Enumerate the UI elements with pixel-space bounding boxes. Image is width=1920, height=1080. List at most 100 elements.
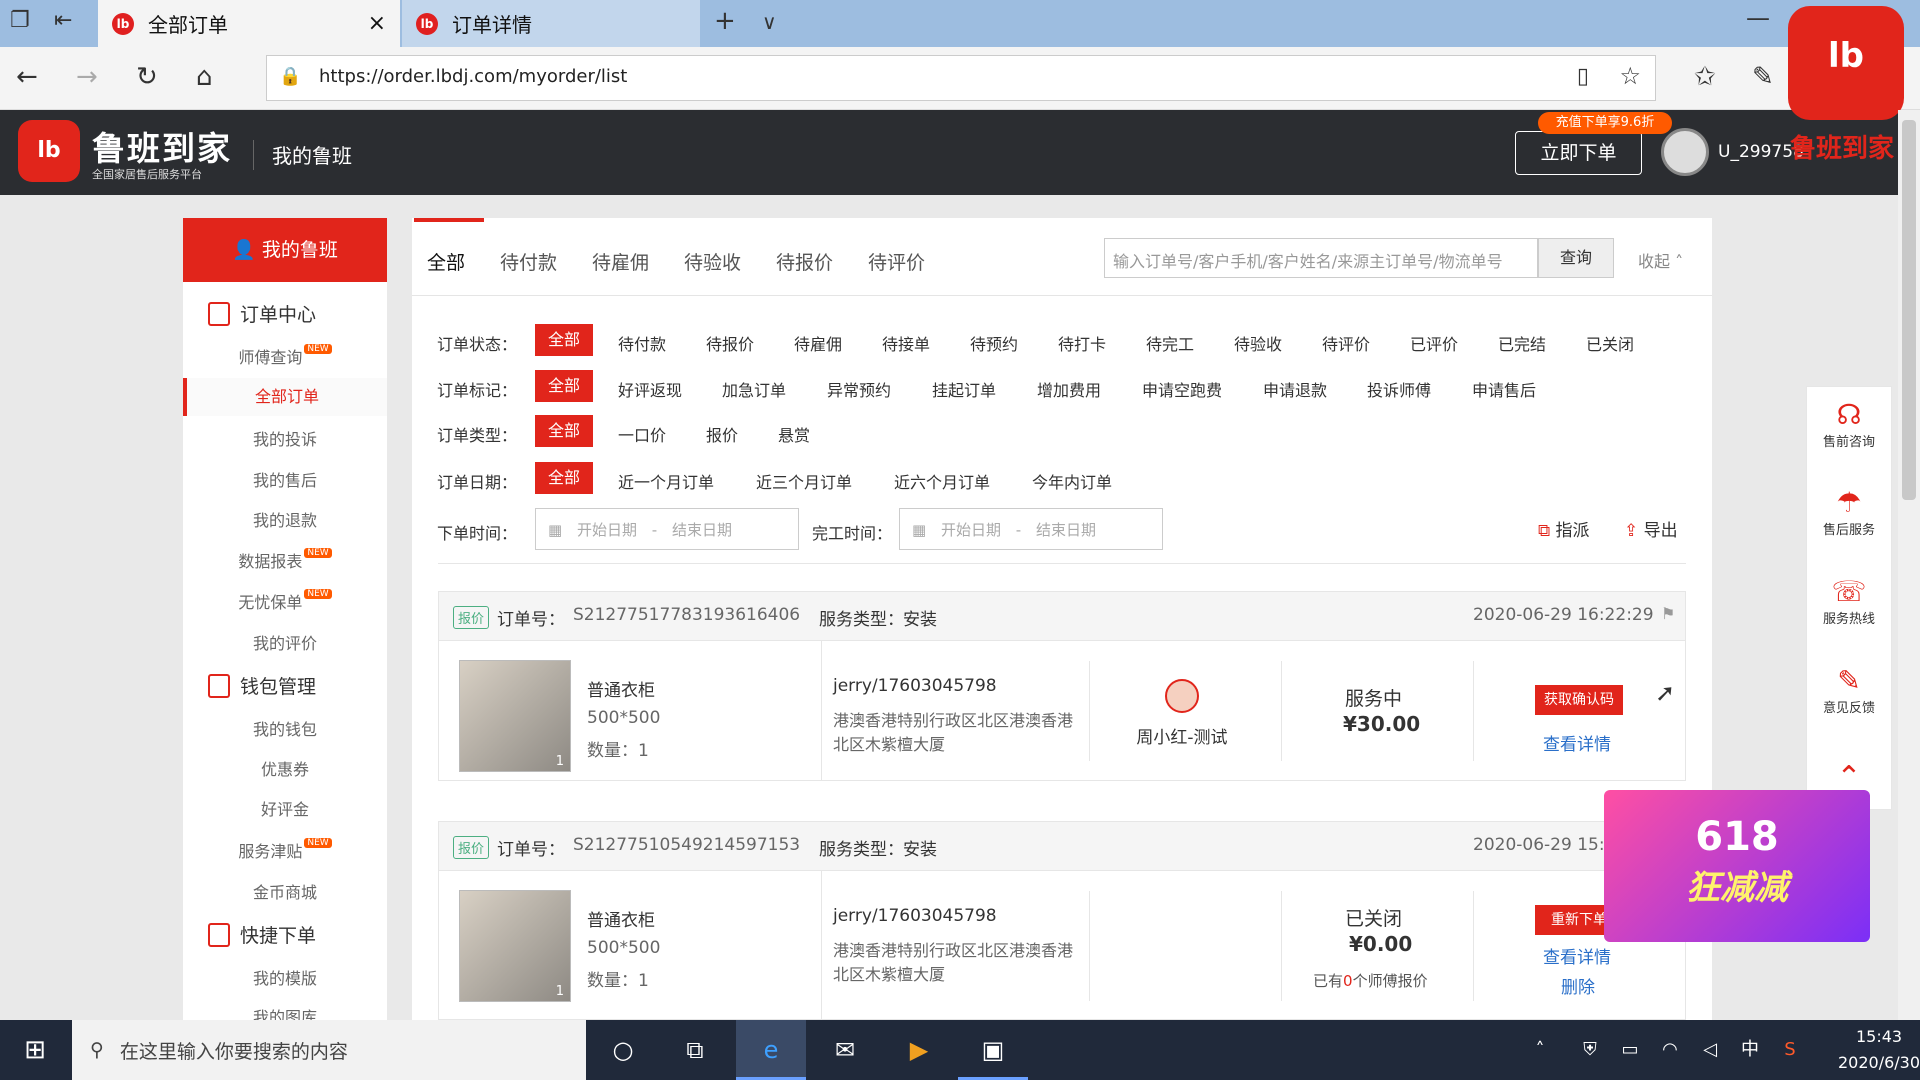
filter-date-option[interactable]: 近一个月订单 — [618, 469, 714, 493]
filter-mark-option[interactable]: 增加费用 — [1037, 377, 1101, 401]
filter-date-option[interactable]: 近六个月订单 — [894, 469, 990, 493]
hotline-button[interactable]: ☏ 服务热线 — [1806, 575, 1892, 627]
filter-type-option[interactable]: 悬赏 — [778, 422, 810, 446]
url-field[interactable]: 🔒 https://order.lbdj.com/myorder/list ▯ … — [266, 55, 1656, 101]
sidebar-item-reviews[interactable]: 我的评价 — [183, 630, 387, 654]
cortana-icon[interactable]: ○ — [588, 1020, 658, 1080]
favorite-star-icon[interactable]: ☆ — [1619, 62, 1641, 90]
tab-list-icon[interactable]: ❐ — [10, 8, 30, 33]
taskbar-search-input[interactable]: ⚲ 在这里输入你要搜索的内容 — [72, 1020, 586, 1080]
filter-status-option[interactable]: 待报价 — [706, 331, 754, 355]
sidebar-item-coin-mall[interactable]: 金币商城 — [183, 879, 387, 903]
sidebar-item-refunds[interactable]: 我的退款 — [183, 507, 387, 531]
filter-type-option[interactable]: 全部 — [535, 415, 593, 447]
filter-date-option[interactable]: 全部 — [535, 462, 593, 494]
filter-date-option[interactable]: 今年内订单 — [1032, 469, 1112, 493]
order-search-input[interactable]: 输入订单号/客户手机/客户姓名/来源主订单号/物流单号 — [1104, 238, 1538, 278]
promo-banner[interactable]: 618 狂减减 — [1604, 790, 1870, 942]
tab-all-orders[interactable]: lb 全部订单 × — [98, 0, 400, 47]
tab-pending-quote[interactable]: 待报价 — [776, 248, 833, 275]
filter-mark-option[interactable]: 好评返现 — [618, 377, 682, 401]
filter-status-option[interactable]: 待接单 — [882, 331, 930, 355]
filter-mark-option[interactable]: 异常预约 — [827, 377, 891, 401]
filter-status-option[interactable]: 待验收 — [1234, 331, 1282, 355]
filter-status-option[interactable]: 待付款 — [618, 331, 666, 355]
mail-icon[interactable]: ✉ — [810, 1020, 880, 1080]
sidebar-item-my-wallet[interactable]: 我的钱包 — [183, 716, 387, 740]
windows-start-icon[interactable]: ⊞ — [0, 1020, 70, 1080]
task-view-icon[interactable]: ⧉ — [660, 1020, 730, 1080]
export-button[interactable]: ⇪ 导出 — [1624, 516, 1678, 541]
filter-status-option[interactable]: 待完工 — [1146, 331, 1194, 355]
product-thumbnail[interactable]: 1 — [459, 660, 571, 772]
avatar[interactable] — [1661, 128, 1709, 176]
wifi-icon[interactable]: ◠ — [1650, 1020, 1690, 1080]
filter-type-option[interactable]: 一口价 — [618, 422, 666, 446]
sidebar-item-review-bonus[interactable]: 好评金 — [183, 796, 387, 820]
home-icon[interactable]: ⌂ — [196, 62, 213, 92]
presale-consult-button[interactable]: ☊ 售前咨询 — [1806, 398, 1892, 450]
edge-browser-icon[interactable]: e — [736, 1020, 806, 1080]
filter-mark-option[interactable]: 挂起订单 — [932, 377, 996, 401]
sidebar-item-templates[interactable]: 我的模版 — [183, 965, 387, 989]
back-icon[interactable]: ← — [16, 62, 38, 92]
sidebar-item-insurance[interactable]: 无忧保单 NEW — [183, 589, 387, 613]
chevron-up-icon[interactable]: ˄ — [1520, 1020, 1560, 1080]
sidebar-home-button[interactable]: 👤 我的鲁班 — [183, 218, 387, 282]
sidebar-item-all-orders[interactable]: 全部订单 — [183, 378, 387, 416]
filter-mark-option[interactable]: 加急订单 — [722, 377, 786, 401]
tab-order-detail[interactable]: lb 订单详情 — [402, 0, 700, 47]
order-time-range-input[interactable]: ▦ 开始日期 - 结束日期 — [535, 508, 799, 550]
ime-indicator[interactable]: 中 — [1730, 1020, 1770, 1080]
sidebar-item-complaints[interactable]: 我的投诉 — [183, 426, 387, 450]
delete-link[interactable]: 删除 — [1561, 973, 1595, 998]
order-now-button[interactable]: 立即下单 — [1515, 131, 1642, 175]
flag-icon[interactable]: ⚑ — [1661, 604, 1675, 623]
tab-menu-icon[interactable]: ∨ — [762, 10, 777, 34]
collapse-button[interactable]: 收起 ˄ — [1638, 248, 1683, 272]
battery-icon[interactable]: ▭ — [1610, 1020, 1650, 1080]
filter-mark-option[interactable]: 申请退款 — [1263, 377, 1327, 401]
minimize-icon[interactable]: — — [1746, 4, 1770, 32]
filter-status-option[interactable]: 全部 — [535, 324, 593, 356]
brand-logo-icon[interactable]: lb — [18, 120, 80, 182]
get-confirm-code-button[interactable]: 获取确认码 — [1535, 685, 1623, 715]
camera-app-icon[interactable]: ▣ — [958, 1020, 1028, 1080]
forward-icon[interactable]: → — [76, 62, 98, 92]
sidebar-item-worker-search[interactable]: 师傅查询 NEW — [183, 344, 387, 368]
volume-icon[interactable]: ◁ — [1690, 1020, 1730, 1080]
view-detail-link[interactable]: 查看详情 — [1543, 943, 1611, 968]
filter-date-option[interactable]: 近三个月订单 — [756, 469, 852, 493]
filter-status-option[interactable]: 已评价 — [1410, 331, 1458, 355]
finish-time-range-input[interactable]: ▦ 开始日期 - 结束日期 — [899, 508, 1163, 550]
sogou-ime-icon[interactable]: S — [1770, 1020, 1810, 1080]
product-thumbnail[interactable]: 1 — [459, 890, 571, 1002]
system-clock[interactable]: 15:43 2020/6/30 — [1838, 1024, 1920, 1076]
filter-status-option[interactable]: 已完结 — [1498, 331, 1546, 355]
refresh-icon[interactable]: ↻ — [136, 62, 158, 92]
tab-pending-hire[interactable]: 待雇佣 — [592, 248, 649, 275]
tab-pending-payment[interactable]: 待付款 — [500, 248, 557, 275]
filter-status-option[interactable]: 已关闭 — [1586, 331, 1634, 355]
filter-mark-option[interactable]: 申请空跑费 — [1142, 377, 1222, 401]
query-button[interactable]: 查询 — [1538, 238, 1614, 278]
pen-icon[interactable]: ✎ — [1752, 62, 1774, 92]
reading-view-icon[interactable]: ▯ — [1577, 64, 1589, 89]
filter-status-option[interactable]: 待打卡 — [1058, 331, 1106, 355]
new-tab-icon[interactable]: + — [714, 6, 736, 36]
filter-mark-option[interactable]: 投诉师傅 — [1367, 377, 1431, 401]
page-scrollbar-thumb[interactable] — [1902, 120, 1916, 500]
tab-aside-icon[interactable]: ⇤ — [54, 8, 72, 33]
view-detail-link[interactable]: 查看详情 — [1543, 730, 1611, 755]
sidebar-item-coupons[interactable]: 优惠券 — [183, 756, 387, 780]
tab-pending-review[interactable]: 待评价 — [868, 248, 925, 275]
tab-all[interactable]: 全部 — [427, 248, 465, 275]
filter-mark-option[interactable]: 全部 — [535, 370, 593, 402]
shield-icon[interactable]: ⛨ — [1570, 1020, 1610, 1080]
after-sales-button[interactable]: ☂ 售后服务 — [1806, 486, 1892, 538]
sidebar-item-after-sales[interactable]: 我的售后 — [183, 467, 387, 491]
filter-status-option[interactable]: 待雇佣 — [794, 331, 842, 355]
sidebar-item-gallery[interactable]: 我的图库 — [183, 1004, 387, 1020]
filter-status-option[interactable]: 待预约 — [970, 331, 1018, 355]
assign-button[interactable]: ⧉ 指派 — [1538, 516, 1590, 541]
